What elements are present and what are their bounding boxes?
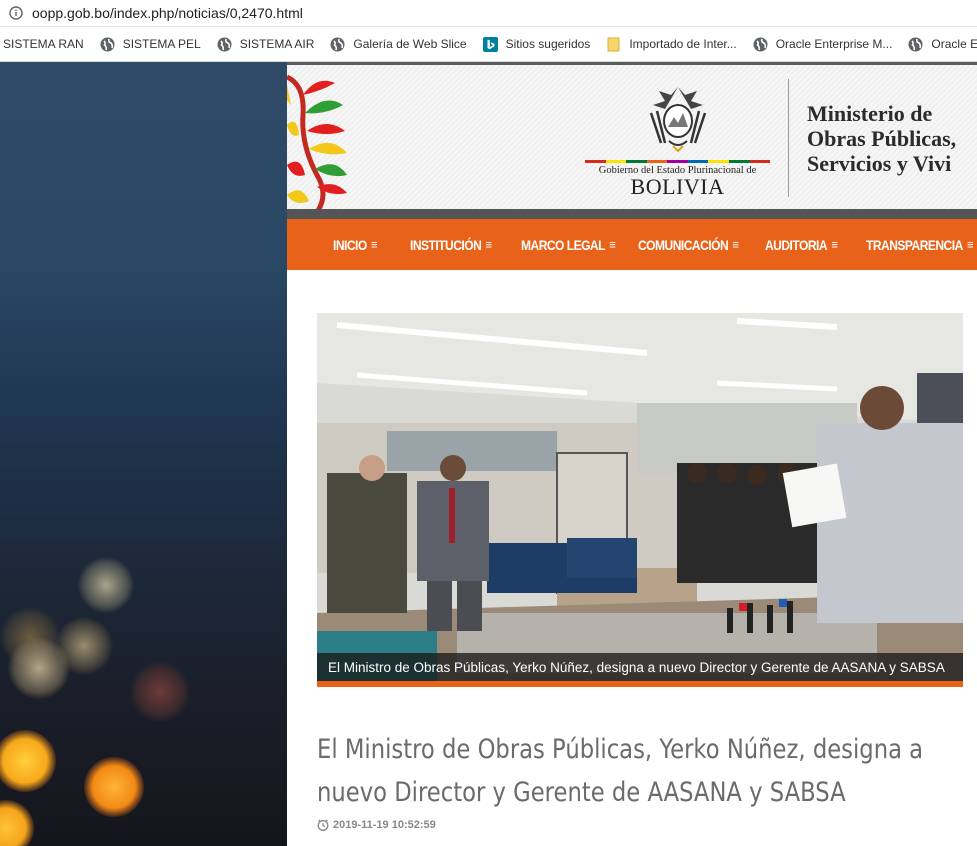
header-divider: [788, 79, 789, 197]
bookmark-label: Sitios sugeridos: [505, 37, 591, 51]
nav-label: INSTITUCIÓN: [410, 236, 482, 253]
bookmark-galeria-web-slice[interactable]: Galería de Web Slice: [330, 37, 467, 52]
bookmark-label: Galería de Web Slice: [353, 37, 467, 51]
bookmark-sistema-pel[interactable]: SISTEMA PEL: [100, 37, 201, 52]
bookmark-label: Oracle Enterprise M...: [775, 37, 893, 51]
ministry-line-1: Ministerio de: [807, 101, 933, 126]
nav-label: COMUNICACIÓN: [638, 236, 729, 253]
photo-caption-bar: El Ministro de Obras Públicas, Yerko Núñ…: [317, 653, 963, 681]
bookmark-sitios-sugeridos[interactable]: Sitios sugeridos: [482, 36, 591, 52]
flag-bar: [585, 160, 771, 163]
article-date-text: 2019-11-19 10:52:59: [333, 819, 436, 831]
bookmark-label: SISTEMA RAN: [3, 37, 84, 51]
bookmark-sistema-ran[interactable]: SISTEMA RAN: [3, 37, 84, 51]
bookmark-label: Importado de Inter...: [629, 37, 737, 51]
ministry-line-3: Servicios y Vivi: [807, 151, 952, 176]
coat-of-arms-icon: [649, 87, 706, 153]
bookmark-label: SISTEMA PEL: [122, 37, 201, 51]
main-nav: INICIO ≡ INSTITUCIÓN ≡ MARCO LEGAL ≡ COMUNI…: [287, 219, 977, 270]
government-logo[interactable]: Gobierno del Estado Plurinacional de BOL…: [585, 83, 771, 199]
bookmark-sistema-air[interactable]: SISTEMA AIR: [217, 37, 315, 52]
photo-accent-bar: [317, 681, 963, 687]
menu-icon: ≡: [485, 237, 493, 252]
header-divider-bar: [287, 209, 977, 219]
ornament-leaves-icon: [287, 74, 347, 212]
info-icon[interactable]: [9, 6, 23, 20]
bookmark-oracle-enterprise[interactable]: Oracle Enterprise M...: [753, 37, 893, 52]
nav-inicio[interactable]: INICIO ≡: [333, 236, 378, 253]
globe-icon: [330, 37, 345, 52]
nav-label: TRANSPARENCIA: [866, 236, 963, 253]
nav-marco-legal[interactable]: MARCO LEGAL ≡: [521, 236, 616, 253]
clock-icon: [317, 819, 329, 831]
nav-auditoria[interactable]: AUDITORIA ≡: [765, 236, 838, 253]
bing-icon: [482, 36, 498, 52]
globe-icon: [100, 37, 115, 52]
nav-transparencia[interactable]: TRANSPARENCIA ≡: [866, 236, 974, 253]
ministry-name[interactable]: Ministerio de Obras Públicas, Servicios …: [807, 101, 956, 176]
menu-icon: ≡: [967, 237, 974, 252]
nav-label: MARCO LEGAL: [521, 236, 605, 253]
site-header: Gobierno del Estado Plurinacional de BOL…: [287, 62, 977, 212]
bookmark-label: SISTEMA AIR: [239, 37, 315, 51]
menu-icon: ≡: [371, 237, 378, 252]
press-conference-photo: [317, 313, 963, 687]
globe-icon: [908, 37, 923, 52]
article-headline: El Ministro de Obras Públicas, Yerko Núñ…: [317, 734, 924, 808]
globe-icon: [753, 37, 768, 52]
bookmarks-bar: SISTEMA RAN SISTEMA PEL SISTEMA AIR Gale…: [0, 27, 977, 62]
bookmark-label: Oracle Enter: [931, 37, 977, 51]
nav-label: INICIO: [333, 236, 367, 253]
bookmark-importado[interactable]: Importado de Inter...: [606, 37, 737, 52]
url-text[interactable]: oopp.gob.bo/index.php/noticias/0,2470.ht…: [32, 5, 303, 21]
bookmark-oracle-enter[interactable]: Oracle Enter: [908, 37, 977, 52]
nav-comunicacion[interactable]: COMUNICACIÓN ≡: [638, 236, 739, 253]
menu-icon: ≡: [609, 237, 616, 252]
folder-icon: [606, 37, 621, 52]
background-photo: [0, 62, 287, 846]
ministry-line-2: Obras Públicas,: [807, 126, 957, 151]
photo-caption: El Ministro de Obras Públicas, Yerko Núñ…: [328, 659, 945, 675]
menu-icon: ≡: [732, 237, 739, 252]
menu-icon: ≡: [831, 237, 838, 252]
nav-institucion[interactable]: INSTITUCIÓN ≡: [410, 237, 492, 253]
news-photo[interactable]: El Ministro de Obras Públicas, Yerko Núñ…: [317, 313, 963, 687]
nav-label: AUDITORIA: [765, 236, 828, 253]
country-name: BOLIVIA: [630, 174, 725, 199]
address-bar[interactable]: oopp.gob.bo/index.php/noticias/0,2470.ht…: [0, 0, 977, 27]
globe-icon: [217, 37, 232, 52]
article-date: 2019-11-19 10:52:59: [317, 819, 436, 831]
site-panel: Gobierno del Estado Plurinacional de BOL…: [287, 62, 977, 846]
